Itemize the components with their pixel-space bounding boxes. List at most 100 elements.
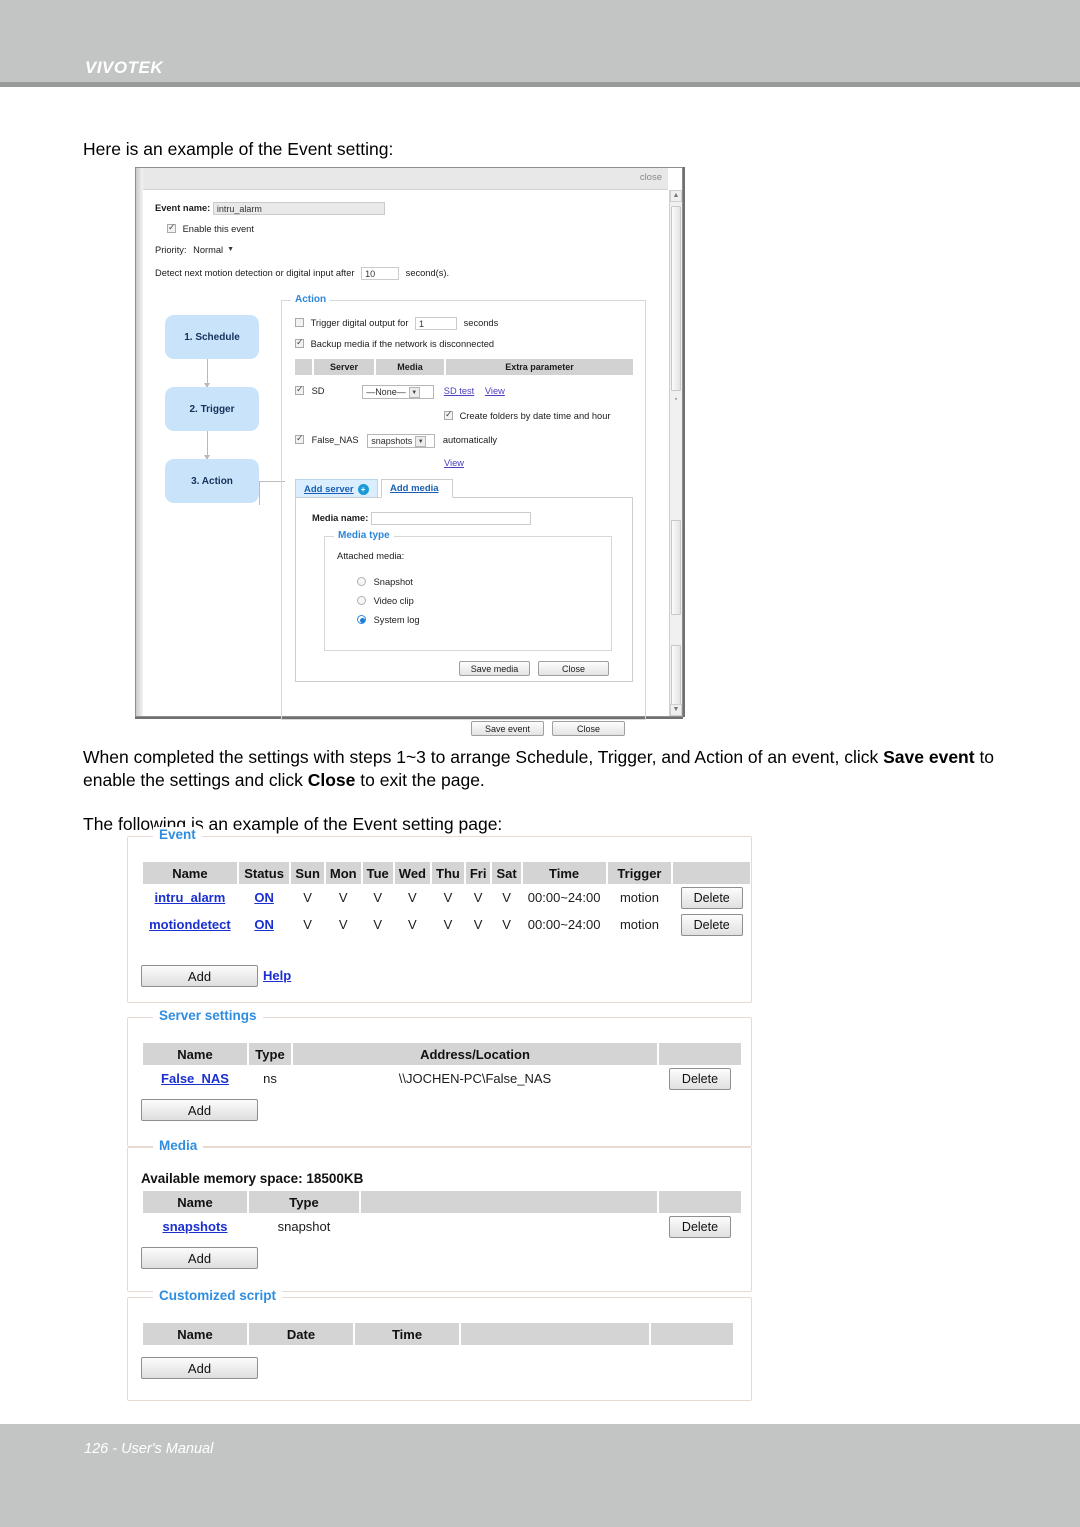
event-name-link[interactable]: motiondetect (149, 917, 231, 932)
sd-row-checkbox[interactable] (295, 384, 304, 396)
sd-test-link[interactable]: SD test (444, 386, 474, 396)
close-media-button[interactable]: Close (538, 661, 609, 676)
intro-paragraph: Here is an example of the Event setting: (83, 139, 394, 159)
event-row-1-wed: V (394, 911, 430, 938)
action-server-media-table: Server Media Extra parameter (295, 359, 633, 375)
delete-button[interactable]: Delete (680, 886, 743, 909)
create-folders-checkbox[interactable] (444, 409, 453, 420)
media-add-button[interactable]: Add (141, 1247, 258, 1269)
media-panel: Media Available memory space: 18500KB Na… (127, 1138, 752, 1292)
enable-event-row[interactable]: Enable this event (167, 222, 254, 234)
event-name-link[interactable]: intru_alarm (155, 890, 226, 905)
tab-add-media[interactable]: Add media (381, 479, 453, 498)
event-th-actions (673, 862, 750, 884)
save-event-button[interactable]: Save event (471, 721, 544, 736)
add-server-media-tabstrip: Add server + Add media (295, 479, 633, 498)
media-name-link[interactable]: snapshots (162, 1219, 227, 1234)
table-row: snapshots snapshot Delete (143, 1213, 741, 1240)
event-row-1-trigger: motion (607, 911, 672, 938)
tab-add-media-label: Add media (390, 483, 439, 494)
media-name-input[interactable] (370, 512, 531, 525)
event-th-fri: Fri (465, 862, 491, 884)
nas-row-checkbox[interactable] (295, 433, 304, 445)
event-status-link[interactable]: ON (254, 917, 274, 932)
scrollbar-thumb-segment[interactable] (671, 520, 681, 615)
scroll-down-arrow-icon[interactable]: ▼ (670, 704, 682, 716)
priority-select[interactable]: Normal ▼ (193, 245, 234, 255)
backup-media-checkbox[interactable] (295, 337, 304, 348)
event-row-1-tue: V (362, 911, 393, 938)
step-connector-2-icon (204, 431, 210, 460)
event-help-link[interactable]: Help (263, 968, 291, 983)
enable-event-checkbox[interactable] (167, 222, 176, 233)
event-status-link[interactable]: ON (254, 890, 274, 905)
scroll-up-arrow-icon[interactable]: ▲ (670, 190, 682, 202)
detect-interval-label: Detect next motion detection or digital … (155, 267, 355, 278)
media-option-snapshot[interactable]: Snapshot (357, 577, 413, 587)
snapshot-radio[interactable] (357, 577, 366, 586)
event-th-wed: Wed (394, 862, 430, 884)
dialog-close-link[interactable]: close (640, 172, 662, 183)
detect-interval-suffix: second(s). (405, 267, 450, 278)
event-row-1-delete-cell: Delete (673, 911, 750, 938)
scrollbar-grip-icon: ▪ (674, 396, 678, 403)
chevron-down-icon: ▼ (415, 436, 427, 447)
backup-media-label: Backup media if the network is disconnec… (310, 339, 495, 349)
action-th-check (295, 359, 314, 375)
delete-button[interactable]: Delete (669, 1215, 731, 1238)
script-th-actions (651, 1323, 733, 1345)
server-add-button[interactable]: Add (141, 1099, 258, 1121)
event-name-input[interactable]: intru_alarm (212, 202, 385, 215)
media-row-0-blank (361, 1213, 657, 1240)
backup-media-row: Backup media if the network is disconnec… (295, 337, 495, 349)
server-th-name: Name (143, 1043, 247, 1065)
action-row-sd: SD —None—▼ SD test View (295, 384, 505, 399)
script-th-time: Time (355, 1323, 459, 1345)
dialog-scrollbar[interactable]: ▲ ▪ ▼ (669, 190, 682, 716)
scrollbar-thumb[interactable] (671, 206, 681, 391)
media-name-row: Media name: (312, 512, 531, 525)
add-server-plus-icon: + (357, 483, 369, 495)
event-row-1-name-cell: motiondetect (143, 911, 237, 938)
event-add-button[interactable]: Add (141, 965, 258, 987)
priority-value: Normal (193, 245, 224, 255)
server-table: Name Type Address/Location False_NAS ns … (141, 1043, 743, 1092)
priority-label: Priority: (155, 245, 187, 255)
nas-media-select[interactable]: snapshots ▼ (367, 434, 436, 448)
tab-add-server[interactable]: Add server + (295, 479, 378, 498)
delete-button[interactable]: Delete (669, 1067, 731, 1090)
trigger-digital-output-checkbox[interactable] (295, 317, 304, 327)
media-option-system-log[interactable]: System log (357, 615, 420, 625)
sd-media-select[interactable]: —None— ▼ (362, 385, 435, 399)
server-row-0-address: \\JOCHEN-PC\False_NAS (293, 1065, 657, 1092)
footer-page-label: 126 - User's Manual (84, 1441, 214, 1457)
step-box-schedule[interactable]: 1. Schedule (165, 315, 259, 359)
server-name-link[interactable]: False_NAS (161, 1071, 229, 1086)
event-th-time: Time (522, 862, 606, 884)
action-legend: Action (291, 294, 331, 305)
delete-button[interactable]: Delete (680, 913, 743, 936)
server-table-header-row: Name Type Address/Location (143, 1043, 741, 1065)
sd-view-link[interactable]: View (485, 386, 505, 396)
media-option-video-clip[interactable]: Video clip (357, 596, 414, 606)
nas-view-link[interactable]: View (444, 458, 464, 468)
save-media-button[interactable]: Save media (459, 661, 530, 676)
server-th-actions (659, 1043, 741, 1065)
step-box-trigger[interactable]: 2. Trigger (165, 387, 259, 431)
server-th-address: Address/Location (293, 1043, 657, 1065)
event-row-0-time: 00:00~24:00 (522, 884, 606, 911)
close-event-button[interactable]: Close (552, 721, 625, 736)
event-th-sat: Sat (492, 862, 521, 884)
video-clip-radio[interactable] (357, 596, 366, 605)
step-box-action[interactable]: 3. Action (165, 459, 259, 503)
detect-interval-input[interactable]: 10 (361, 267, 400, 280)
system-log-radio[interactable] (357, 615, 366, 624)
scrollbar-thumb-segment-2[interactable] (671, 645, 681, 705)
trigger-digital-output-input[interactable]: 1 (415, 317, 458, 330)
event-panel-legend: Event (153, 827, 202, 842)
event-th-mon: Mon (325, 862, 361, 884)
script-add-button[interactable]: Add (141, 1357, 258, 1379)
media-panel-legend: Media (153, 1138, 204, 1153)
instruction-paragraph: When completed the settings with steps 1… (83, 746, 1013, 792)
dialog-titlebar: close (143, 168, 668, 190)
